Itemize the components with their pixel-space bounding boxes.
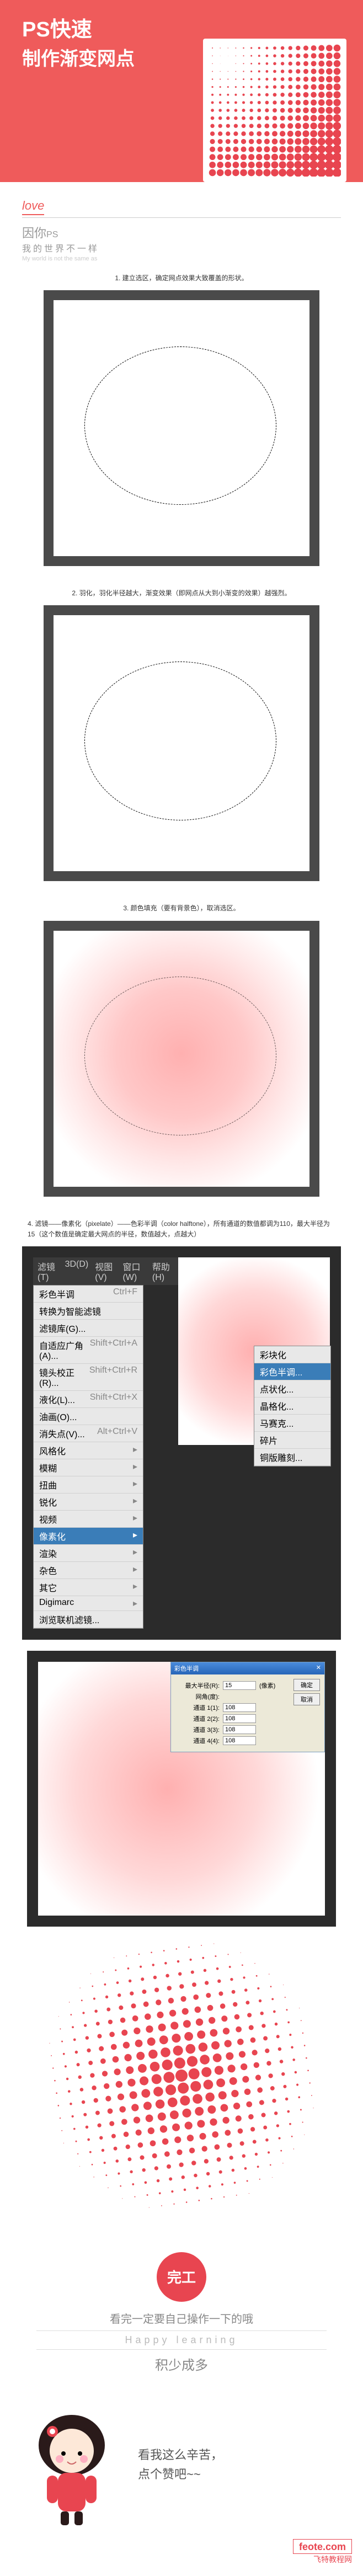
footer-text: 看我这么辛苦， 点个赞吧~~ [138, 2445, 223, 2484]
filter-dropdown[interactable]: 彩色半调Ctrl+F 转换为智能滤镜 滤镜库(G)... 自适应广角(A)...… [33, 1285, 143, 1629]
step-3-text: 3. 颜色填充（要有背景色），取消选区。 [22, 903, 341, 914]
channel-input[interactable] [223, 1725, 256, 1734]
menubar-item[interactable]: 视图(V) [95, 1260, 116, 1283]
dropdown-item[interactable]: 浏览联机滤镜... [34, 1611, 143, 1628]
step-1-frame [44, 290, 319, 566]
menubar-item[interactable]: 窗口(W) [122, 1260, 145, 1283]
pixelate-submenu[interactable]: 彩块化彩色半调...点状化...晶格化...马赛克...碎片铜版雕刻... [254, 1346, 331, 1466]
love-cn-suffix: PS [46, 230, 58, 239]
channel-label: 通道 1(1): [175, 1703, 220, 1712]
love-cn-prefix: 因你 [22, 226, 46, 240]
ps-filter-menu-screenshot: 滤镜(T) 3D(D) 视图(V) 窗口(W) 帮助(H) 彩色半调Ctrl+F 转换为… [22, 1246, 341, 1640]
submenu-item[interactable]: 彩块化 [254, 1346, 330, 1363]
dialog-title-text: 彩色半调 [174, 1664, 199, 1673]
selection-oval-3 [84, 977, 276, 1135]
dropdown-item[interactable]: 视频▸ [34, 1511, 143, 1528]
dialog-titlebar: 彩色半调 ✕ [171, 1662, 324, 1674]
channel-input[interactable] [223, 1703, 256, 1712]
halftone-sample-top [203, 39, 346, 182]
ps-menubar: 滤镜(T) 3D(D) 视图(V) 窗口(W) 帮助(H) [33, 1257, 178, 1285]
character-illustration [22, 2401, 121, 2528]
step-1: 1. 建立选区，确定网点效果大致覆盖的形状。 [0, 262, 363, 577]
close-icon[interactable]: ✕ [316, 1664, 321, 1673]
site-cn: 飞特教程网 [11, 2554, 352, 2565]
done-badge: 完工 [157, 2252, 206, 2302]
step-3: 3. 颜色填充（要有背景色），取消选区。 [0, 892, 363, 1207]
step-2-frame [44, 605, 319, 881]
footer-character-section: 看我这么辛苦， 点个赞吧~~ [0, 2390, 363, 2534]
channel-input[interactable] [223, 1736, 256, 1745]
submenu-item[interactable]: 马赛克... [254, 1415, 330, 1432]
ok-button[interactable]: 确定 [293, 1679, 320, 1691]
dropdown-item[interactable]: 扭曲▸ [34, 1476, 143, 1494]
dropdown-item[interactable]: Digimarc▸ [34, 1596, 143, 1611]
love-sub: 我的世界不一样 [22, 241, 341, 254]
angle-label: 网角(度): [175, 1692, 220, 1701]
dropdown-item[interactable]: 像素化▸ [34, 1528, 143, 1545]
submenu-item[interactable]: 彩色半调... [254, 1363, 330, 1380]
step-3-frame [44, 921, 319, 1197]
love-section: love 因你PS 我的世界不一样 My world is not the sa… [0, 182, 363, 262]
step-4-text: 4. 滤镜——像素化（pixelate）——色彩半调（color halfton… [22, 1219, 341, 1240]
dropdown-item[interactable]: 锐化▸ [34, 1494, 143, 1511]
step-1-text: 1. 建立选区，确定网点效果大致覆盖的形状。 [22, 273, 341, 284]
menubar-item[interactable]: 滤镜(T) [38, 1260, 58, 1283]
step-2-text: 2. 羽化，羽化半径越大，渐变效果（即网点从大到小渐变的效果）越强烈。 [22, 588, 341, 599]
submenu-item[interactable]: 铜版雕刻... [254, 1449, 330, 1466]
dropdown-item[interactable]: 转换为智能滤镜 [34, 1303, 143, 1320]
channel-label: 通道 3(3): [175, 1725, 220, 1734]
accumulate-text: 积少成多 [0, 2354, 363, 2374]
px-label: (像素) [259, 1681, 275, 1690]
dropdown-item[interactable]: 镜头校正(R)...Shift+Ctrl+R [34, 1364, 143, 1391]
love-en: My world is not the same as [22, 255, 341, 262]
result-halftone [44, 1938, 319, 2214]
channel-label: 通道 2(2): [175, 1714, 220, 1723]
happy-learning: Happy learning [36, 2330, 327, 2350]
color-halftone-dialog: 彩色半调 ✕ 确定 取消 最大半径(R): (像素) 网角(度): 通道 1(1… [170, 1662, 325, 1752]
dropdown-item[interactable]: 其它▸ [34, 1579, 143, 1596]
love-label: love [22, 199, 44, 215]
step-4: 4. 滤镜——像素化（pixelate）——色彩半调（color halfton… [0, 1208, 363, 2236]
dropdown-item[interactable]: 液化(L)...Shift+Ctrl+X [34, 1391, 143, 1408]
submenu-item[interactable]: 碎片 [254, 1432, 330, 1449]
submenu-item[interactable]: 晶格化... [254, 1398, 330, 1415]
dropdown-item[interactable]: 风格化▸ [34, 1442, 143, 1459]
max-radius-input[interactable] [223, 1681, 256, 1690]
channel-label: 通道 4(4): [175, 1736, 220, 1745]
site-name: feote.com [293, 2539, 352, 2554]
channel-input[interactable] [223, 1714, 256, 1723]
step-2: 2. 羽化，羽化半径越大，渐变效果（即网点从大到小渐变的效果）越强烈。 [0, 577, 363, 892]
submenu-item[interactable]: 点状化... [254, 1380, 330, 1398]
selection-oval [84, 346, 276, 505]
dropdown-item[interactable]: 滤镜库(G)... [34, 1320, 143, 1337]
done-text: 看完一定要自己操作一下的哦 [0, 2310, 363, 2326]
dropdown-item[interactable]: 渲染▸ [34, 1545, 143, 1562]
dropdown-item[interactable]: 彩色半调Ctrl+F [34, 1286, 143, 1303]
cancel-button[interactable]: 取消 [293, 1693, 320, 1705]
max-radius-label: 最大半径(R): [175, 1681, 220, 1690]
footer-text-1: 看我这么辛苦， [138, 2445, 223, 2465]
dropdown-item[interactable]: 模糊▸ [34, 1459, 143, 1476]
menubar-item[interactable]: 帮助(H) [152, 1260, 174, 1283]
selection-oval-2 [84, 662, 276, 820]
header-banner: PS快速 制作渐变网点 [0, 0, 363, 182]
dropdown-item[interactable]: 杂色▸ [34, 1562, 143, 1579]
color-halftone-dialog-screenshot: 彩色半调 ✕ 确定 取消 最大半径(R): (像素) 网角(度): 通道 1(1… [27, 1651, 336, 1927]
dropdown-item[interactable]: 消失点(V)...Alt+Ctrl+V [34, 1425, 143, 1442]
site-footer: feote.com 飞特教程网 [0, 2534, 363, 2576]
footer-text-2: 点个赞吧~~ [138, 2465, 223, 2484]
menubar-item[interactable]: 3D(D) [65, 1260, 89, 1283]
dropdown-item[interactable]: 油画(O)... [34, 1408, 143, 1425]
dropdown-item[interactable]: 自适应广角(A)...Shift+Ctrl+A [34, 1337, 143, 1364]
